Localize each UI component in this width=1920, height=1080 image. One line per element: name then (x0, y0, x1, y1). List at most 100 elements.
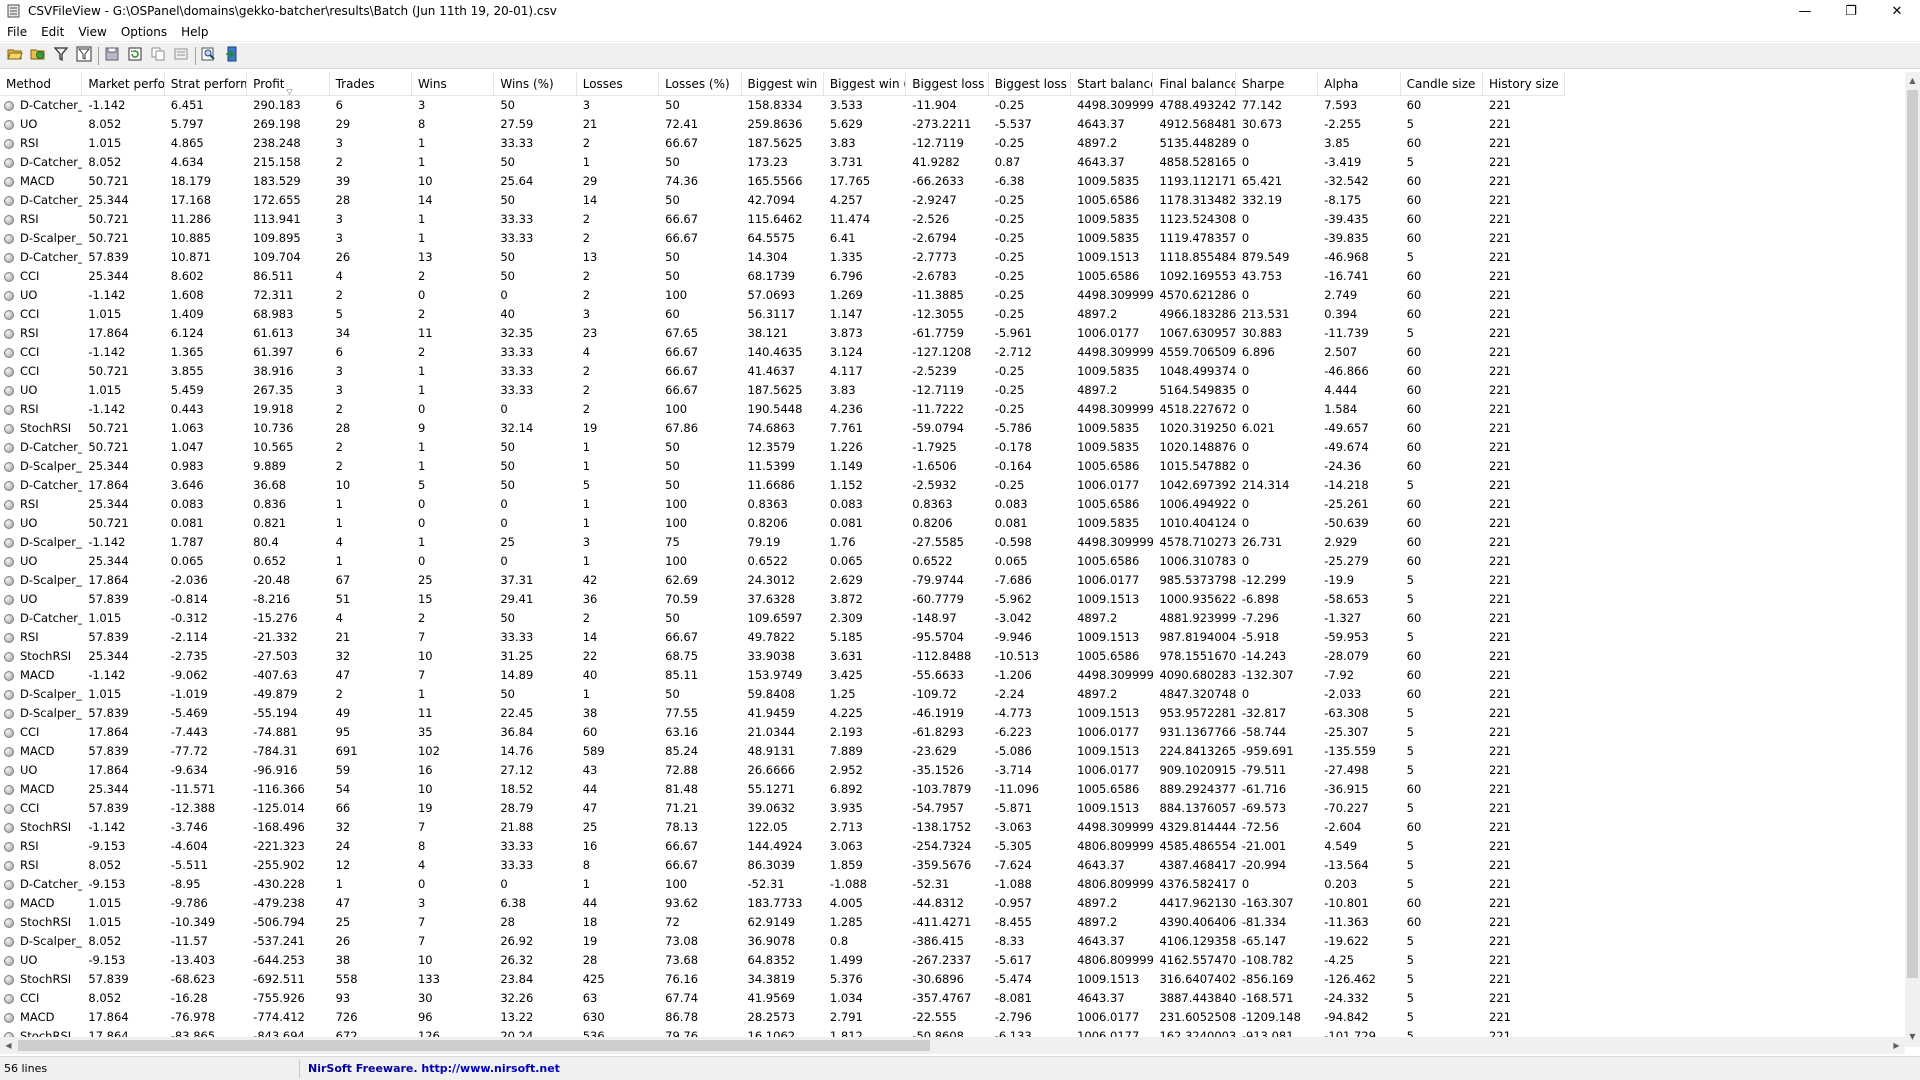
menu-edit[interactable]: Edit (34, 25, 71, 39)
table-row[interactable]: UO 57.839 -0.814 -8.216 51 15 29.41 36 70.59 37.6… (0, 590, 1565, 609)
table-row[interactable]: D-Catcher_v1 57.839 10.871 109.704 26 13 50 13 5… (0, 248, 1565, 267)
table-row[interactable]: RSI 8.052 -5.511 -255.902 12 4 33.33 8 66.67 86.3… (0, 856, 1565, 875)
table-row[interactable]: D-Catcher_v1 1.015 -0.312 -15.276 4 2 50 2 50 109… (0, 609, 1565, 628)
table-row[interactable]: StochRSI 57.839 -68.623 -692.511 558 133 23.84… (0, 970, 1565, 989)
maximize-button[interactable]: ❐ (1828, 0, 1874, 22)
vertical-scrollbar[interactable]: ▲ ▼ (1905, 72, 1920, 1047)
column-header-biggest-loss[interactable]: Biggest loss (906, 72, 989, 96)
column-header-profit[interactable]: Profit ▽ (247, 72, 330, 96)
column-header-history-size[interactable]: History size (1483, 72, 1566, 96)
table-row[interactable]: D-Scalper_R... 8.052 -11.57 -537.241 26 7 26.9… (0, 932, 1565, 951)
table-cell: 221 (1489, 326, 1511, 340)
column-header-method[interactable]: Method (0, 72, 83, 96)
column-header-final-balance[interactable]: Final balance (1153, 72, 1236, 96)
table-row[interactable]: D-Catcher_v1 50.721 1.047 10.565 2 1 50 1 50 12.3… (0, 438, 1565, 457)
table-row[interactable]: D-Scalper_R... -1.142 1.787 80.4 4 1 25 3 75 79.1… (0, 533, 1565, 552)
table-row[interactable]: D-Catcher_v1 25.344 17.168 172.655 28 14 50 14 5… (0, 191, 1565, 210)
filter-button[interactable] (50, 45, 72, 67)
column-header-sharpe[interactable]: Sharpe (1236, 72, 1319, 96)
column-header-biggest-loss[interactable]: Biggest loss (%) (989, 72, 1072, 96)
column-header-biggest-win[interactable]: Biggest win (%) (824, 72, 907, 96)
table-row[interactable]: D-Scalper_R... 50.721 10.885 109.895 3 1 33.33… (0, 229, 1565, 248)
table-row[interactable]: CCI 1.015 1.409 68.983 5 2 40 3 60 56.3117 1.147 -1… (0, 305, 1565, 324)
exit-button[interactable] (221, 45, 243, 67)
reload-button[interactable] (27, 45, 49, 67)
column-header-biggest-win[interactable]: Biggest win (742, 72, 824, 96)
table-row[interactable]: UO 8.052 5.797 269.198 29 8 27.59 21 72.41 259.86… (0, 115, 1565, 134)
column-header-strat-performa[interactable]: Strat performa... (165, 72, 248, 96)
table-row[interactable]: D-Catcher_v1 -1.142 6.451 290.183 6 3 50 3 50 158… (0, 96, 1565, 115)
table-row[interactable]: CCI -1.142 1.365 61.397 6 2 33.33 4 66.67 140.463… (0, 343, 1565, 362)
table-row[interactable]: CCI 17.864 -7.443 -74.881 95 35 36.84 60 63.16 21… (0, 723, 1565, 742)
minimize-button[interactable]: — (1782, 0, 1828, 22)
table-row[interactable]: D-Scalper_R... 17.864 -2.036 -20.48 67 25 37.3… (0, 571, 1565, 590)
table-row[interactable]: RSI -1.142 0.443 19.918 2 0 0 2 100 190.5448 4.236… (0, 400, 1565, 419)
table-row[interactable]: RSI 57.839 -2.114 -21.332 21 7 33.33 14 66.67 49.… (0, 628, 1565, 647)
column-header-losses[interactable]: Losses (%) (659, 72, 742, 96)
menu-options[interactable]: Options (114, 25, 174, 39)
table-row[interactable]: UO 17.864 -9.634 -96.916 59 16 27.12 43 72.88 26.… (0, 761, 1565, 780)
column-header-losses[interactable]: Losses (577, 72, 660, 96)
table-cell: 14.304 (747, 250, 788, 264)
table-row[interactable]: RSI 25.344 0.083 0.836 1 0 0 1 100 0.8363 0.083 0.8… (0, 495, 1565, 514)
data-grid[interactable]: MethodMarket perfor...Strat performa...P… (0, 72, 1905, 1037)
credit-link[interactable]: http://www.nirsoft.net (421, 1062, 560, 1075)
table-row[interactable]: CCI 25.344 8.602 86.511 4 2 50 2 50 68.1739 6.796 -… (0, 267, 1565, 286)
table-row[interactable]: UO 1.015 5.459 267.35 3 1 33.33 2 66.67 187.5625 3… (0, 381, 1565, 400)
refresh-button[interactable] (124, 45, 146, 67)
menu-file[interactable]: File (0, 25, 34, 39)
table-row[interactable]: RSI 17.864 6.124 61.613 34 11 32.35 23 67.65 38.1… (0, 324, 1565, 343)
table-row[interactable]: RSI 1.015 4.865 238.248 3 1 33.33 2 66.67 187.562… (0, 134, 1565, 153)
column-header-market-perfor[interactable]: Market perfor... (82, 72, 165, 96)
scroll-up-icon[interactable]: ▲ (1905, 72, 1920, 89)
column-header-trades[interactable]: Trades (330, 72, 412, 96)
close-button[interactable]: ✕ (1874, 0, 1920, 22)
table-row[interactable]: D-Scalper_R... 1.015 -1.019 -49.879 2 1 50 1 50 5… (0, 685, 1565, 704)
table-row[interactable]: D-Catcher_v1-9.153-8.95-430.2281001100-5… (0, 875, 1565, 894)
column-header-alpha[interactable]: Alpha (1318, 72, 1401, 96)
horizontal-scroll-thumb[interactable] (18, 1040, 930, 1051)
scroll-right-icon[interactable]: ▶ (1888, 1037, 1905, 1054)
column-header-wins[interactable]: Wins (412, 72, 495, 96)
table-row[interactable]: D-Scalper_R... 25.344 0.983 9.889 2 1 50 1 50 11.… (0, 457, 1565, 476)
table-row[interactable]: MACD 1.015 -9.786 -479.238 47 3 6.38 44 93.62 183… (0, 894, 1565, 913)
find-button[interactable] (198, 45, 220, 67)
table-row[interactable]: UO -9.153 -13.403 -644.253 38 10 26.32 28 73.68 6… (0, 951, 1565, 970)
table-row[interactable]: UO 50.721 0.081 0.821 1 0 0 1 100 0.8206 0.081 0.82… (0, 514, 1565, 533)
advanced-filter-button[interactable] (73, 45, 95, 67)
table-row[interactable]: D-Catcher_v1 17.864 3.646 36.68 10 5 50 5 50 11.6… (0, 476, 1565, 495)
table-row[interactable]: MACD 50.721 18.179 183.529 39 10 25.64 29 74.36 1… (0, 172, 1565, 191)
column-header-wins[interactable]: Wins (%) (494, 72, 577, 96)
vertical-scroll-thumb[interactable] (1907, 90, 1918, 978)
table-row[interactable]: MACD 17.864 -76.978 -774.412 726 96 13.22 630 86… (0, 1008, 1565, 1027)
table-cell: -148.97 (912, 611, 957, 625)
table-row[interactable]: UO 25.344 0.065 0.652 1 0 0 1 100 0.6522 0.065 0.65… (0, 552, 1565, 571)
table-row[interactable]: StochRSI 17.864 -83.865 -843.694 672 126 20.24… (0, 1027, 1565, 1037)
table-row[interactable]: RSI -9.153 -4.604 -221.323 24 8 33.33 16 66.67 14… (0, 837, 1565, 856)
table-row[interactable]: StochRSI -1.142 -3.746 -168.496 32 7 21.88 25 78… (0, 818, 1565, 837)
table-row[interactable]: CCI 8.052 -16.28 -755.926 93 30 32.26 63 67.74 41… (0, 989, 1565, 1008)
properties-button[interactable] (170, 45, 192, 67)
table-row[interactable]: StochRSI 1.015 -10.349 -506.794 25 7 28 18 72 62.… (0, 913, 1565, 932)
table-row[interactable]: UO -1.142 1.608 72.311 2 0 0 2 100 57.0693 1.269 -1… (0, 286, 1565, 305)
scroll-left-icon[interactable]: ◀ (0, 1037, 17, 1054)
scroll-down-icon[interactable]: ▼ (1905, 1028, 1920, 1045)
column-header-start-balance[interactable]: Start balance (1071, 72, 1154, 96)
column-header-candle-size[interactable]: Candle size (1401, 72, 1484, 96)
table-row[interactable]: D-Scalper_R... 57.839 -5.469 -55.194 49 11 22.… (0, 704, 1565, 723)
table-row[interactable]: MACD -1.142 -9.062 -407.63 47 7 14.89 40 85.11 15… (0, 666, 1565, 685)
table-row[interactable]: CCI 50.721 3.855 38.916 3 1 33.33 2 66.67 41.4637… (0, 362, 1565, 381)
menu-help[interactable]: Help (174, 25, 215, 39)
table-row[interactable]: MACD 57.839 -77.72 -784.31 691 102 14.76 589 85.… (0, 742, 1565, 761)
horizontal-scrollbar[interactable]: ◀ ▶ (0, 1037, 1905, 1054)
table-row[interactable]: StochRSI 50.721 1.063 10.736 28 9 32.14 19 67.86… (0, 419, 1565, 438)
table-row[interactable]: MACD 25.344 -11.571 -116.366 54 10 18.52 44 81.4… (0, 780, 1565, 799)
table-row[interactable]: D-Catcher_v18.0524.634215.1582150150173.… (0, 153, 1565, 172)
save-button[interactable] (101, 45, 123, 67)
menu-view[interactable]: View (71, 25, 113, 39)
table-row[interactable]: CCI 57.839 -12.388 -125.014 66 19 28.79 47 71.21… (0, 799, 1565, 818)
table-row[interactable]: RSI 50.721 11.286 113.941 3 1 33.33 2 66.67 115.6… (0, 210, 1565, 229)
copy-button[interactable] (147, 45, 169, 67)
open-button[interactable] (4, 45, 26, 67)
table-row[interactable]: StochRSI 25.344 -2.735 -27.503 32 10 31.25 22 68… (0, 647, 1565, 666)
